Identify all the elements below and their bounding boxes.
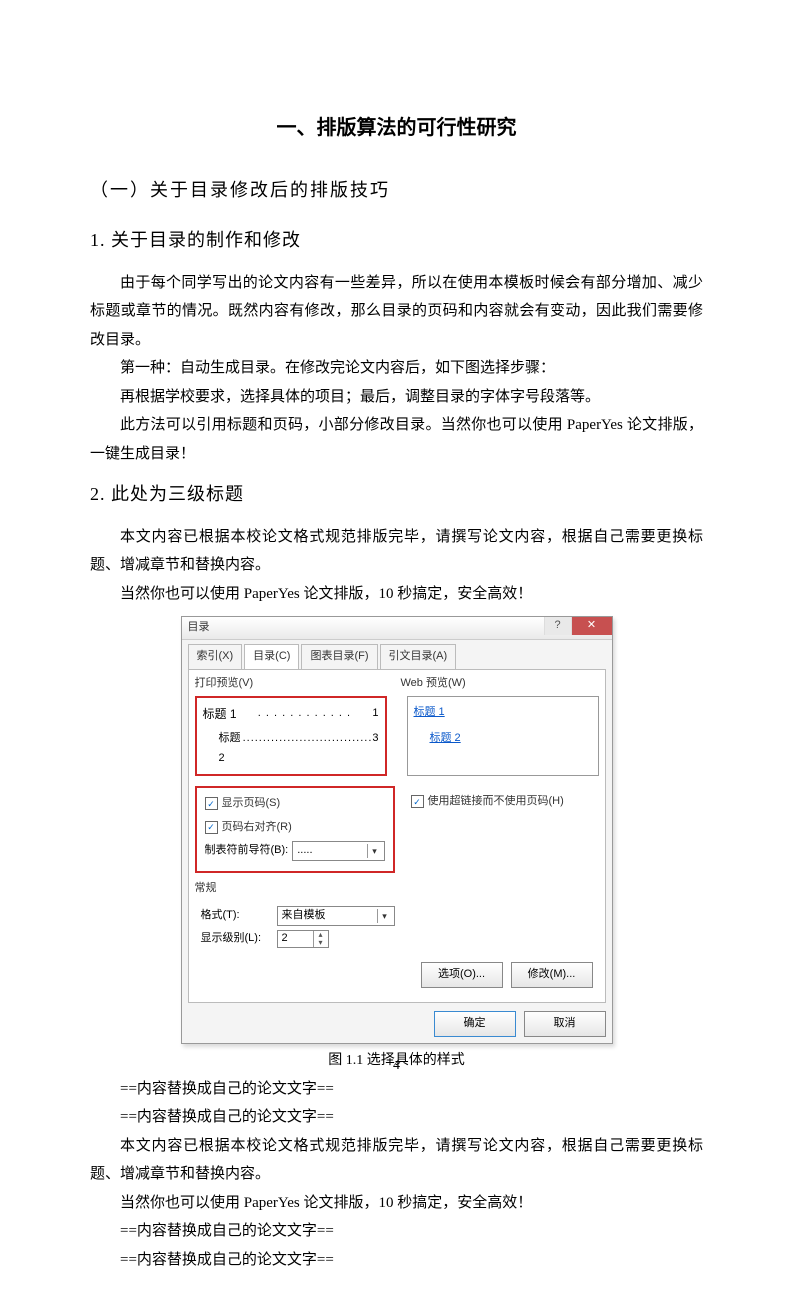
levels-spinner[interactable]: 2 ▴▾ — [277, 930, 329, 948]
format-label: 格式(T): — [201, 906, 271, 926]
tab-toc[interactable]: 目录(C) — [244, 644, 299, 669]
general-block: 格式(T): 来自模板 ▾ 显示级别(L): 2 ▴▾ — [195, 901, 599, 956]
web-link-1[interactable]: 标题 1 — [414, 706, 445, 718]
heading-level-3-second: 2. 此处为三级标题 — [90, 478, 703, 510]
print-preview-box: 标题 1 . . . . . . . . . . . . 1 标题 2 ....… — [195, 696, 387, 776]
paragraph: 本文内容已根据本校论文格式规范排版完毕，请撰写论文内容，根据自己需要更换标题、增… — [90, 1132, 703, 1189]
general-section-label: 常规 — [195, 879, 599, 899]
paragraph: 由于每个同学写出的论文内容有一些差异，所以在使用本模板时候会有部分增加、减少标题… — [90, 269, 703, 355]
chevron-down-icon: ▾ — [367, 844, 382, 858]
dialog-title: 目录 — [188, 618, 210, 638]
tab-leader-label: 制表符前导符(B): — [205, 841, 289, 861]
paragraph: 当然你也可以使用 PaperYes 论文排版，10 秒搞定，安全高效！ — [90, 1189, 703, 1218]
tab-leader-row: 制表符前导符(B): ..... ▾ — [205, 841, 385, 861]
placeholder-line: ==内容替换成自己的论文文字== — [90, 1246, 703, 1275]
paragraph: 第一种：自动生成目录。在修改完论文内容后，如下图选择步骤： — [90, 354, 703, 383]
levels-label: 显示级别(L): — [201, 929, 271, 949]
checkbox-right-align[interactable]: ✓ 页码右对齐(R) — [205, 818, 385, 838]
tab-index[interactable]: 索引(X) — [188, 644, 243, 669]
checkbox-label: 页码右对齐(R) — [222, 818, 292, 838]
help-icon[interactable]: ? — [544, 617, 571, 635]
checkbox-label: 显示页码(S) — [222, 794, 281, 814]
heading-level-2: （一）关于目录修改后的排版技巧 — [90, 174, 703, 206]
placeholder-line: ==内容替换成自己的论文文字== — [90, 1075, 703, 1104]
spinner-value: 2 — [278, 929, 313, 949]
preview-heading-2: 标题 2 — [219, 729, 243, 769]
dot-leader: . . . . . . . . . . . . — [258, 704, 351, 726]
dialog-tabs: 索引(X) 目录(C) 图表目录(F) 引文目录(A) — [182, 640, 612, 669]
placeholder-line: ==内容替换成自己的论文文字== — [90, 1103, 703, 1132]
heading-level-3-first: 1. 关于目录的制作和修改 — [90, 224, 703, 256]
checkbox-icon: ✓ — [205, 797, 218, 810]
ok-button[interactable]: 确定 — [434, 1011, 516, 1037]
checkbox-show-pagenum[interactable]: ✓ 显示页码(S) — [205, 794, 385, 814]
chevron-down-icon: ▾ — [377, 909, 392, 923]
checkbox-icon: ✓ — [411, 795, 424, 808]
tab-figures[interactable]: 图表目录(F) — [301, 644, 377, 669]
print-preview-label: 打印预览(V) — [195, 674, 393, 694]
dialog-titlebar: 目录 ? ✕ — [182, 617, 612, 640]
placeholder-line: ==内容替换成自己的论文文字== — [90, 1217, 703, 1246]
page-ref-2: 3 — [372, 729, 378, 769]
tab-leader-combo[interactable]: ..... ▾ — [292, 841, 384, 861]
modify-button[interactable]: 修改(M)... — [511, 962, 593, 988]
dialog-footer-buttons: 确定 取消 — [182, 1005, 612, 1043]
chevron-down-icon: ▾ — [314, 939, 328, 947]
web-link-2[interactable]: 标题 2 — [430, 732, 461, 744]
paragraph: 本文内容已根据本校论文格式规范排版完毕，请撰写论文内容，根据自己需要更换标题、增… — [90, 523, 703, 580]
close-icon[interactable]: ✕ — [571, 617, 612, 635]
combo-value: 来自模板 — [282, 906, 326, 926]
paragraph: 再根据学校要求，选择具体的项目；最后，调整目录的字体字号段落等。 — [90, 383, 703, 412]
checkbox-label: 使用超链接而不使用页码(H) — [428, 792, 564, 812]
format-combo[interactable]: 来自模板 ▾ — [277, 906, 395, 926]
checkbox-icon: ✓ — [205, 821, 218, 834]
heading-level-1: 一、排版算法的可行性研究 — [90, 110, 703, 146]
web-preview-box: 标题 1 标题 2 — [407, 696, 599, 776]
page-number: 4 — [0, 1053, 793, 1078]
options-button[interactable]: 选项(O)... — [421, 962, 503, 988]
checkbox-hyperlink[interactable]: ✓ 使用超链接而不使用页码(H) — [411, 792, 591, 812]
web-preview-label: Web 预览(W) — [401, 674, 599, 694]
cancel-button[interactable]: 取消 — [524, 1011, 606, 1037]
dialog-body: 打印预览(V) 标题 1 . . . . . . . . . . . . 1 标… — [188, 669, 606, 1003]
document-page: 一、排版算法的可行性研究 （一）关于目录修改后的排版技巧 1. 关于目录的制作和… — [0, 0, 793, 1314]
paragraph: 此方法可以引用标题和页码，小部分修改目录。当然你也可以使用 PaperYes 论… — [90, 411, 703, 468]
page-ref-1: 1 — [372, 704, 378, 726]
dot-leader: ................................ — [243, 729, 373, 769]
tab-citations[interactable]: 引文目录(A) — [380, 644, 457, 669]
preview-heading-1: 标题 1 — [203, 704, 237, 726]
paragraph: 当然你也可以使用 PaperYes 论文排版，10 秒搞定，安全高效！ — [90, 580, 703, 609]
toc-dialog: 目录 ? ✕ 索引(X) 目录(C) 图表目录(F) 引文目录(A) 打印预览(… — [181, 616, 613, 1043]
combo-value: ..... — [297, 841, 312, 861]
